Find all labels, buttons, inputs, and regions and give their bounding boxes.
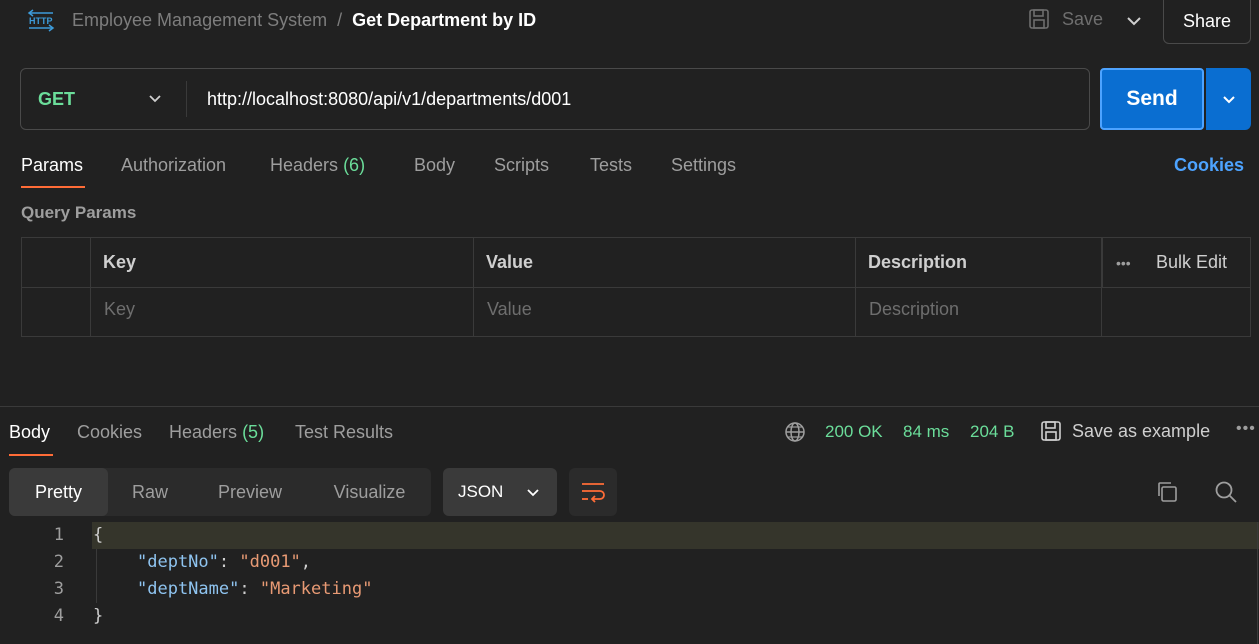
key-header: Key: [103, 252, 137, 272]
panel-divider[interactable]: [0, 406, 1259, 407]
wrap-lines-button[interactable]: [569, 468, 617, 516]
save-options-chevron-down-icon[interactable]: [1122, 9, 1146, 33]
response-tab-headers[interactable]: Headers (5): [169, 422, 264, 443]
line-number: 2: [53, 552, 64, 572]
status-code[interactable]: 200 OK: [825, 422, 883, 442]
key-input[interactable]: Key: [104, 299, 135, 320]
view-preview[interactable]: Preview: [192, 468, 308, 516]
response-size[interactable]: 204 B: [970, 422, 1014, 442]
share-button[interactable]: Share: [1163, 0, 1251, 44]
tab-authorization[interactable]: Authorization: [121, 155, 226, 176]
json-trail: ,: [300, 552, 312, 572]
tab-scripts[interactable]: Scripts: [494, 155, 549, 176]
url-bar: GET http://localhost:8080/api/v1/departm…: [20, 68, 1090, 130]
headers-count: (6): [343, 155, 366, 175]
response-more-icon[interactable]: •••: [1236, 420, 1256, 438]
view-pretty[interactable]: Pretty: [9, 468, 108, 516]
globe-icon[interactable]: [784, 421, 806, 448]
breadcrumb: Employee Management System / Get Departm…: [72, 10, 536, 31]
send-button[interactable]: Send: [1100, 68, 1204, 130]
code-text: }: [93, 606, 104, 626]
active-tab-indicator: [21, 186, 85, 188]
save-as-example-button[interactable]: Save as example: [1040, 420, 1210, 442]
line-number: 4: [53, 606, 64, 626]
save-as-example-label: Save as example: [1072, 420, 1211, 441]
response-tab-cookies[interactable]: Cookies: [77, 422, 142, 443]
response-tab-test-results[interactable]: Test Results: [295, 422, 393, 443]
method-select[interactable]: GET: [38, 69, 75, 129]
line-number: 1: [53, 525, 64, 545]
breadcrumb-separator: /: [337, 10, 343, 30]
active-response-tab-indicator: [9, 454, 53, 456]
format-label: JSON: [458, 482, 504, 501]
response-headers-count: (5): [242, 422, 265, 442]
tab-tests[interactable]: Tests: [590, 155, 632, 176]
code-text: {: [93, 525, 104, 545]
format-select[interactable]: JSON: [443, 468, 557, 516]
wrap-icon: [582, 483, 605, 503]
method-chevron-down-icon[interactable]: [145, 88, 165, 113]
svg-text:HTTP: HTTP: [29, 16, 53, 26]
cookies-link[interactable]: Cookies: [1174, 155, 1244, 176]
save-button[interactable]: Save: [1028, 8, 1103, 30]
line-number: 3: [53, 579, 64, 599]
json-value: "Marketing": [259, 579, 373, 599]
code-line: 2 "deptNo": "d001",: [0, 549, 1259, 576]
response-tab-body[interactable]: Body: [9, 422, 50, 443]
editor-scroll-edge: [1257, 522, 1258, 644]
chevron-down-icon: [1222, 96, 1235, 104]
code-line: 3 "deptName": "Marketing": [0, 576, 1259, 603]
description-header: Description: [868, 252, 968, 272]
tab-headers[interactable]: Headers (6): [270, 155, 365, 176]
url-divider: [186, 81, 187, 117]
response-time[interactable]: 84 ms: [903, 422, 949, 442]
query-params-table: Key Value Description ••• Bulk Edit Key …: [21, 237, 1251, 337]
json-value: "d001": [239, 552, 301, 572]
code-line: 4 }: [0, 603, 1259, 630]
more-options-icon[interactable]: •••: [1116, 255, 1131, 271]
send-options-button[interactable]: [1206, 68, 1251, 130]
search-icon[interactable]: [1214, 480, 1238, 509]
bulk-edit-button[interactable]: Bulk Edit: [1156, 252, 1227, 273]
breadcrumb-collection[interactable]: Employee Management System: [72, 10, 327, 31]
chevron-down-icon: [527, 489, 539, 497]
indent-guide: [96, 549, 97, 603]
code-line: 1 {: [0, 522, 1259, 549]
save-icon: [1029, 9, 1049, 29]
json-key: "deptNo": [137, 552, 219, 572]
value-header: Value: [486, 252, 534, 272]
tab-settings[interactable]: Settings: [671, 155, 736, 176]
description-input[interactable]: Description: [869, 299, 959, 320]
request-title[interactable]: Get Department by ID: [352, 10, 536, 31]
request-header: HTTP Employee Management System / Get De…: [0, 0, 1259, 44]
save-icon: [1041, 421, 1061, 441]
view-raw[interactable]: Raw: [108, 468, 192, 516]
http-request-icon: HTTP: [27, 9, 55, 35]
view-mode-group: Pretty Raw Preview Visualize: [9, 468, 431, 516]
view-visualize[interactable]: Visualize: [308, 468, 431, 516]
json-key: "deptName": [137, 579, 240, 599]
url-input[interactable]: http://localhost:8080/api/v1/departments…: [207, 69, 571, 129]
code-text: "deptName": "Marketing": [137, 579, 373, 599]
query-params-label: Query Params: [21, 203, 137, 222]
response-body-editor[interactable]: 1 { 2 "deptNo": "d001", 3 "deptName": "M…: [0, 522, 1259, 644]
row-divider: [22, 287, 1250, 288]
save-label: Save: [1062, 8, 1104, 29]
tab-params[interactable]: Params: [21, 155, 83, 176]
code-text: "deptNo": "d001",: [137, 552, 312, 572]
tab-body[interactable]: Body: [414, 155, 455, 176]
actions-divider: [1102, 238, 1103, 287]
copy-icon[interactable]: [1155, 480, 1179, 509]
value-input[interactable]: Value: [487, 299, 532, 320]
